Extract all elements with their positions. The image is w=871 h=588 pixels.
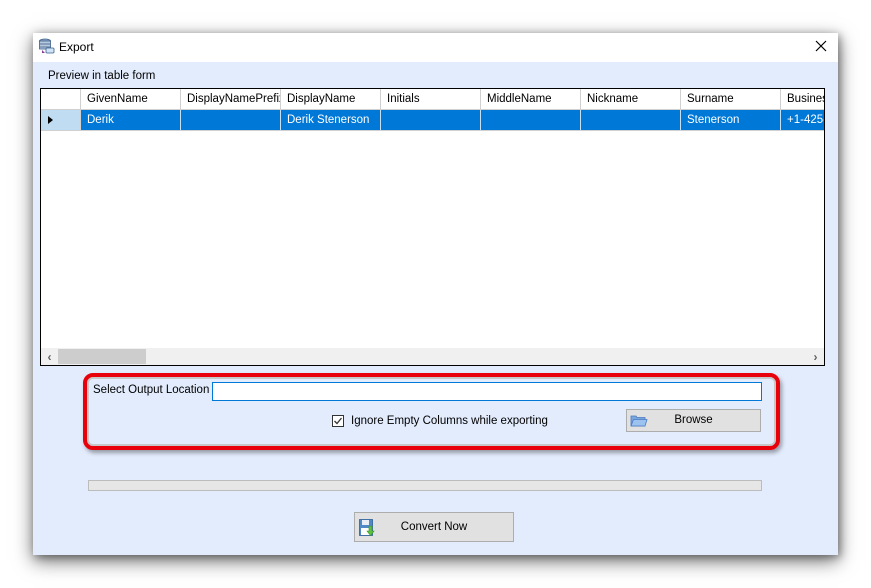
horizontal-scrollbar[interactable]: ‹ ›: [41, 348, 824, 365]
preview-grid[interactable]: GivenName DisplayNamePrefix DisplayName …: [40, 88, 825, 366]
close-button[interactable]: [804, 33, 838, 62]
cell-middlename[interactable]: [481, 110, 581, 131]
column-header-surname[interactable]: Surname: [681, 89, 781, 110]
close-icon: [815, 40, 827, 55]
column-header-displayname[interactable]: DisplayName: [281, 89, 381, 110]
column-header-initials[interactable]: Initials: [381, 89, 481, 110]
chevron-left-icon[interactable]: ‹: [41, 348, 58, 365]
ignore-empty-columns-label[interactable]: Ignore Empty Columns while exporting: [351, 415, 548, 427]
column-header-businessphone[interactable]: Busines: [781, 89, 824, 110]
column-header-displaynameprefix[interactable]: DisplayNamePrefix: [181, 89, 281, 110]
export-progress-bar: [88, 480, 762, 491]
scrollbar-thumb[interactable]: [58, 349, 146, 364]
cell-surname[interactable]: Stenerson: [681, 110, 781, 131]
convert-now-label: Convert Now: [400, 521, 468, 533]
cell-nickname[interactable]: [581, 110, 681, 131]
export-window: Export Preview in table form GivenName D…: [33, 33, 838, 555]
cell-givenname[interactable]: Derik: [81, 110, 181, 131]
cell-businessphone[interactable]: +1-425-9: [781, 110, 824, 131]
ignore-empty-columns-checkbox[interactable]: [332, 415, 344, 427]
browse-label: Browse: [674, 414, 713, 426]
cell-displayname[interactable]: Derik Stenerson: [281, 110, 381, 131]
chevron-right-icon[interactable]: ›: [807, 348, 824, 365]
grid-header: GivenName DisplayNamePrefix DisplayName …: [41, 89, 824, 110]
row-header[interactable]: [41, 110, 81, 131]
output-location-input[interactable]: [212, 382, 762, 401]
column-header-givenname[interactable]: GivenName: [81, 89, 181, 110]
output-location-label: Select Output Location: [93, 384, 210, 396]
cell-initials[interactable]: [381, 110, 481, 131]
cell-displaynameprefix[interactable]: [181, 110, 281, 131]
table-row[interactable]: Derik Derik Stenerson Stenerson +1-425-9: [41, 110, 824, 131]
column-header-middlename[interactable]: MiddleName: [481, 89, 581, 110]
column-header-nickname[interactable]: Nickname: [581, 89, 681, 110]
header-corner[interactable]: [41, 89, 81, 110]
title-bar: Export: [33, 33, 838, 62]
database-export-icon: [38, 38, 55, 55]
window-title: Export: [59, 40, 94, 54]
browse-button[interactable]: Browse: [626, 409, 761, 432]
current-row-icon: [48, 116, 53, 124]
convert-now-button[interactable]: Convert Now: [354, 512, 514, 542]
preview-label: Preview in table form: [48, 70, 156, 82]
